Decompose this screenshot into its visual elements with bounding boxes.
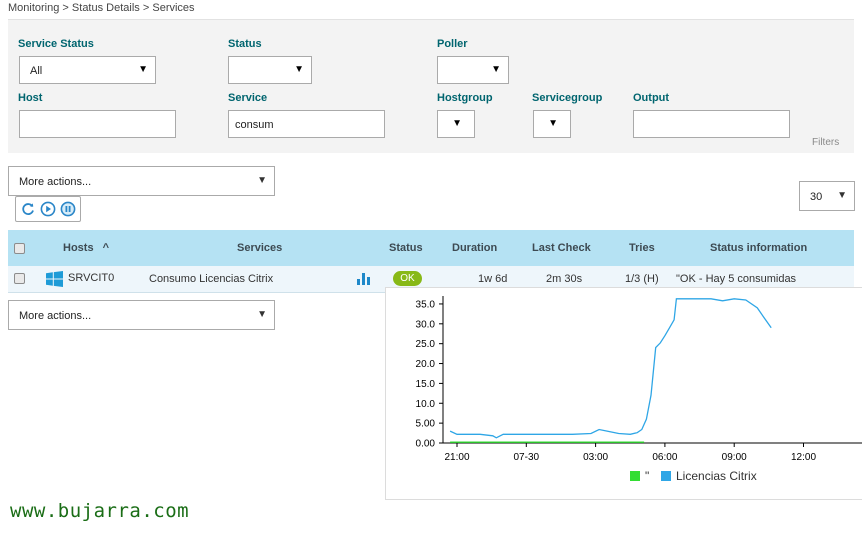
- sort-asc-icon: ^: [102, 242, 110, 254]
- y-tick-label: 5.00: [416, 419, 436, 430]
- legend-swatch-1: [661, 471, 671, 481]
- y-tick-label: 0.00: [416, 439, 436, 450]
- host-input[interactable]: [19, 110, 176, 138]
- y-tick-label: 30.0: [416, 319, 436, 330]
- x-tick-label: 07-30: [514, 452, 540, 463]
- x-tick-label: 21:00: [444, 452, 469, 463]
- filters-toggle-link[interactable]: Filters: [812, 137, 839, 148]
- poller-label: Poller: [437, 38, 468, 50]
- refresh-controls: [15, 196, 81, 222]
- row-status-information: "OK - Hay 5 consumidas: [676, 273, 797, 285]
- chevron-down-icon: ▼: [138, 64, 148, 75]
- service-status-label: Service Status: [18, 38, 94, 50]
- breadcrumb-separator: >: [62, 2, 69, 14]
- row-host-link[interactable]: SRVCIT0: [68, 272, 114, 284]
- performance-chart-popup: 0.00 5.00 10.0 15.0 20.0 25.0 30.0 35.0 21:00 07-…: [385, 287, 862, 500]
- host-label: Host: [18, 92, 43, 104]
- page-size-value: 30: [810, 191, 823, 203]
- performance-chart: 0.00 5.00 10.0 15.0 20.0 25.0 30.0 35.0 21:00 07-…: [416, 296, 862, 483]
- row-service-link[interactable]: Consumo Licencias Citrix: [149, 273, 273, 285]
- series-line-1: [449, 298, 772, 439]
- play-icon[interactable]: [40, 201, 56, 217]
- y-tick-label: 35.0: [416, 299, 436, 310]
- y-tick-label: 20.0: [416, 359, 436, 370]
- hostgroup-select[interactable]: ▼: [437, 110, 475, 138]
- refresh-icon[interactable]: [20, 201, 36, 217]
- y-tick-label: 10.0: [416, 399, 436, 410]
- servicegroup-label: Servicegroup: [532, 92, 603, 104]
- x-tick-label: 03:00: [583, 452, 608, 463]
- legend-swatch-0: [630, 471, 640, 481]
- column-status-information[interactable]: Status information: [710, 242, 807, 254]
- chevron-down-icon: ▼: [491, 64, 501, 75]
- x-tick-label: 09:00: [722, 452, 747, 463]
- bar-chart-icon[interactable]: [357, 273, 370, 285]
- chevron-down-icon: ▼: [294, 64, 304, 75]
- column-status[interactable]: Status: [389, 242, 423, 254]
- service-status-select[interactable]: All ▼: [19, 56, 156, 84]
- row-tries: 1/3 (H): [625, 273, 659, 285]
- windows-icon: [46, 271, 63, 287]
- pause-icon[interactable]: [60, 201, 76, 217]
- poller-select[interactable]: ▼: [437, 56, 509, 84]
- column-duration[interactable]: Duration: [452, 242, 497, 254]
- servicegroup-select[interactable]: ▼: [533, 110, 571, 138]
- legend-label-0: ": [645, 469, 649, 483]
- service-label: Service: [228, 92, 268, 104]
- row-checkbox[interactable]: [14, 273, 25, 284]
- column-hosts-label: Hosts: [63, 242, 94, 254]
- chevron-down-icon: ▼: [257, 175, 267, 186]
- services-table-header: Hosts ^ Services Status Duration Last Ch…: [8, 230, 854, 266]
- row-last-check: 2m 30s: [546, 273, 583, 285]
- breadcrumb-status-details[interactable]: Status Details: [72, 2, 140, 14]
- legend-label-1: Licencias Citrix: [676, 469, 757, 483]
- row-duration: 1w 6d: [478, 273, 508, 285]
- status-label: Status: [228, 38, 262, 50]
- hostgroup-label: Hostgroup: [437, 92, 493, 104]
- output-label: Output: [633, 92, 670, 104]
- more-actions-select-bottom[interactable]: More actions... ▼: [8, 300, 275, 330]
- column-last-check[interactable]: Last Check: [532, 242, 591, 254]
- status-select[interactable]: ▼: [228, 56, 312, 84]
- chevron-down-icon: ▼: [452, 118, 462, 129]
- breadcrumb-services[interactable]: Services: [152, 2, 194, 14]
- output-input[interactable]: [633, 110, 790, 138]
- breadcrumb-monitoring[interactable]: Monitoring: [8, 2, 59, 14]
- chevron-down-icon: ▼: [257, 309, 267, 320]
- more-actions-label: More actions...: [19, 310, 92, 322]
- more-actions-label: More actions...: [19, 176, 92, 188]
- column-tries[interactable]: Tries: [629, 242, 655, 254]
- service-status-value: All: [30, 65, 43, 77]
- select-all-checkbox[interactable]: [14, 243, 25, 254]
- filters-panel: Service Status All ▼ Status ▼ Poller ▼ H…: [8, 19, 854, 153]
- service-input[interactable]: consum: [228, 110, 385, 138]
- breadcrumb-separator: >: [142, 2, 150, 14]
- status-badge: OK: [393, 271, 422, 286]
- more-actions-select-top[interactable]: More actions... ▼: [8, 166, 275, 196]
- x-tick-label: 06:00: [652, 452, 677, 463]
- chevron-down-icon: ▼: [837, 190, 847, 201]
- column-hosts[interactable]: Hosts ^: [63, 242, 109, 254]
- page-size-select[interactable]: 30 ▼: [799, 181, 855, 211]
- chevron-down-icon: ▼: [548, 118, 558, 129]
- watermark: www.bujarra.com: [10, 500, 190, 522]
- y-tick-label: 25.0: [416, 339, 436, 350]
- x-tick-label: 12:00: [791, 452, 816, 463]
- breadcrumb: Monitoring > Status Details > Services: [8, 2, 195, 14]
- column-services[interactable]: Services: [237, 242, 282, 254]
- y-tick-label: 15.0: [416, 379, 436, 390]
